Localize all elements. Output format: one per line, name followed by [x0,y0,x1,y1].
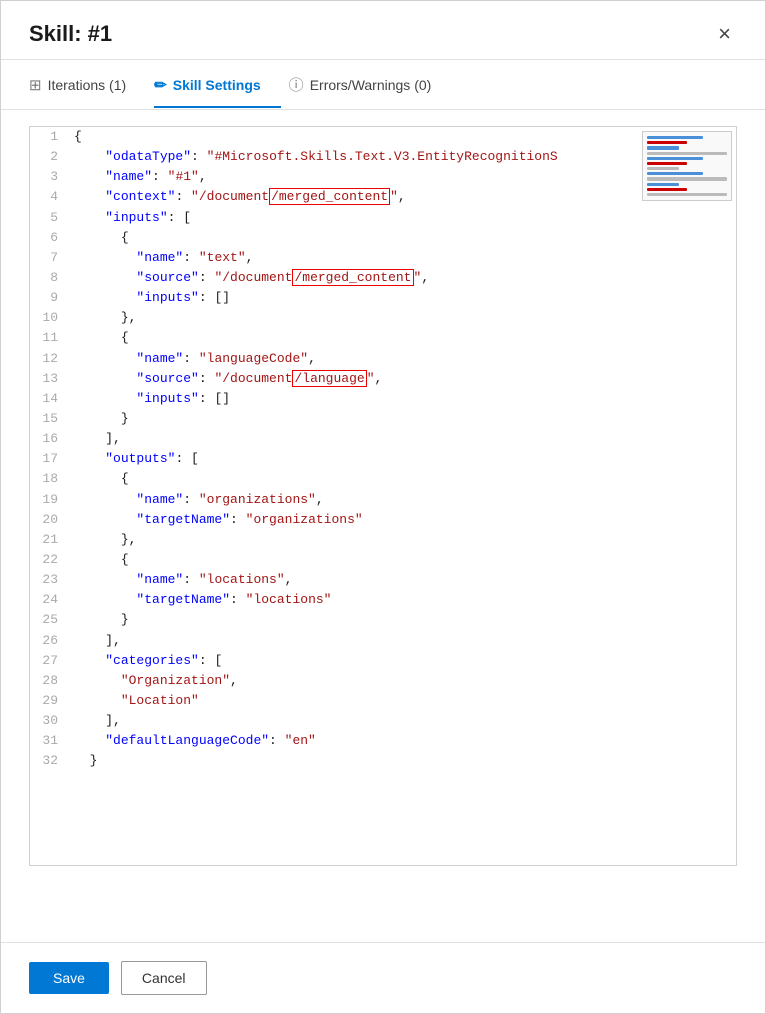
code-editor[interactable]: 1 { 2 "odataType": "#Microsoft.Skills.Te… [29,126,737,866]
table-row: 5 "inputs": [ [30,208,736,228]
skill-dialog: Skill: #1 × ⊞ Iterations (1) ✏ Skill Set… [0,0,766,1014]
tab-iterations-label: Iterations (1) [48,77,127,93]
main-content: 1 { 2 "odataType": "#Microsoft.Skills.Te… [1,110,765,942]
close-button[interactable]: × [712,21,737,47]
info-icon: ⓘ [289,74,304,95]
table-row: 9 "inputs": [] [30,288,736,308]
tab-iterations[interactable]: ⊞ Iterations (1) [29,62,146,108]
table-row: 10 }, [30,308,736,328]
tab-skill-settings[interactable]: ✏ Skill Settings [154,62,281,108]
table-row: 31 "defaultLanguageCode": "en" [30,731,736,751]
pencil-icon: ✏ [154,76,167,94]
table-row: 32 } [30,751,736,771]
table-row: 25 } [30,610,736,630]
table-row: 17 "outputs": [ [30,449,736,469]
table-row: 19 "name": "organizations", [30,490,736,510]
table-row: 14 "inputs": [] [30,389,736,409]
table-row: 16 ], [30,429,736,449]
dialog-footer: Save Cancel [1,942,765,1013]
table-row: 23 "name": "locations", [30,570,736,590]
table-row: 22 { [30,550,736,570]
table-row: 18 { [30,469,736,489]
code-table: 1 { 2 "odataType": "#Microsoft.Skills.Te… [30,127,736,772]
table-row: 28 "Organization", [30,671,736,691]
cancel-button[interactable]: Cancel [121,961,207,995]
table-row: 20 "targetName": "organizations" [30,510,736,530]
table-row: 15 } [30,409,736,429]
tab-bar: ⊞ Iterations (1) ✏ Skill Settings ⓘ Erro… [1,60,765,110]
tab-errors[interactable]: ⓘ Errors/Warnings (0) [289,60,452,109]
table-row: 26 ], [30,631,736,651]
thumbnail-preview [642,131,732,201]
table-row: 30 ], [30,711,736,731]
table-row: 24 "targetName": "locations" [30,590,736,610]
dialog-header: Skill: #1 × [1,1,765,60]
table-row: 11 { [30,328,736,348]
table-row: 8 "source": "/document/merged_content", [30,268,736,288]
table-row: 3 "name": "#1", [30,167,736,187]
table-row: 7 "name": "text", [30,248,736,268]
table-row: 6 { [30,228,736,248]
table-row: 27 "categories": [ [30,651,736,671]
iterations-icon: ⊞ [29,76,42,94]
tab-skill-settings-label: Skill Settings [173,77,261,93]
table-row: 13 "source": "/document/language", [30,369,736,389]
table-row: 2 "odataType": "#Microsoft.Skills.Text.V… [30,147,736,167]
dialog-title: Skill: #1 [29,21,112,47]
table-row: 29 "Location" [30,691,736,711]
tab-errors-label: Errors/Warnings (0) [310,77,432,93]
table-row: 12 "name": "languageCode", [30,349,736,369]
save-button[interactable]: Save [29,962,109,994]
table-row: 1 { [30,127,736,147]
table-row: 21 }, [30,530,736,550]
table-row: 4 "context": "/document/merged_content", [30,187,736,207]
